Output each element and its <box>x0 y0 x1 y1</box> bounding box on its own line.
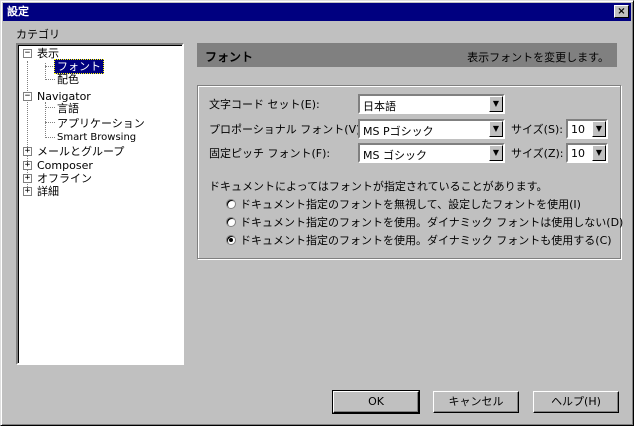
chevron-down-icon[interactable]: ▼ <box>489 121 503 137</box>
title-bar: 設定 × <box>3 3 631 21</box>
font-settings-group: 文字コード セット(E): 日本語 ▼ プロポーショナル フォント(V): MS… <box>197 85 623 259</box>
expand-advanced-icon[interactable]: + <box>23 187 32 196</box>
radio-label: ドキュメント指定のフォントを使用。ダイナミック フォントも使用する(C) <box>240 234 612 247</box>
fixed-size-select[interactable]: 10 ▼ <box>566 143 608 163</box>
radio-button-selected[interactable] <box>226 235 236 245</box>
charset-value: 日本語 <box>363 100 396 113</box>
tree-item-language[interactable]: 言語 <box>57 102 79 115</box>
prop-size-value: 10 <box>571 123 585 136</box>
panel-description: 表示フォントを変更します。 <box>467 51 609 64</box>
radio-use-doc-fonts-dynamic[interactable]: ドキュメント指定のフォントを使用。ダイナミック フォントも使用する(C) <box>226 232 612 248</box>
tree-item-composer[interactable]: Composer <box>37 159 93 172</box>
radio-label: ドキュメント指定のフォントを無視して、設定したフォントを使用(I) <box>240 198 581 211</box>
prop-size-select[interactable]: 10 ▼ <box>566 119 608 139</box>
settings-dialog: 設定 × カテゴリ − 表示 フォント 配色 − Navigator 言語 アプ… <box>0 0 634 426</box>
collapse-navigator-icon[interactable]: − <box>23 92 32 101</box>
chevron-down-icon[interactable]: ▼ <box>592 145 606 161</box>
window-title: 設定 <box>7 5 29 18</box>
fixed-font-value: MS ゴシック <box>363 149 427 162</box>
tree-item-font[interactable]: フォント <box>54 59 104 74</box>
prop-font-label: プロポーショナル フォント(V): <box>209 123 365 136</box>
prop-font-value: MS Pゴシック <box>363 125 434 138</box>
chevron-down-icon[interactable]: ▼ <box>489 96 503 112</box>
fixed-size-value: 10 <box>571 147 585 160</box>
prop-font-select[interactable]: MS Pゴシック ▼ <box>358 119 505 139</box>
tree-item-applications[interactable]: アプリケーション <box>57 117 145 130</box>
doc-font-note: ドキュメントによってはフォントが指定されていることがあります。 <box>209 180 548 193</box>
radio-label: ドキュメント指定のフォントを使用。ダイナミック フォントは使用しない(D) <box>240 216 624 229</box>
chevron-down-icon[interactable]: ▼ <box>489 145 503 161</box>
panel-title: フォント <box>205 50 254 64</box>
radio-button[interactable] <box>226 217 236 227</box>
expand-composer-icon[interactable]: + <box>23 161 32 170</box>
tree-item-advanced[interactable]: 詳細 <box>37 185 59 198</box>
charset-label: 文字コード セット(E): <box>209 98 320 111</box>
tree-item-font-label: フォント <box>54 59 104 74</box>
tree-item-colors[interactable]: 配色 <box>57 73 79 86</box>
collapse-display-icon[interactable]: − <box>23 49 32 58</box>
help-button[interactable]: ヘルプ(H) <box>533 391 619 413</box>
fixed-font-select[interactable]: MS ゴシック ▼ <box>358 143 505 163</box>
tree-item-smart-browsing[interactable]: Smart Browsing <box>57 131 136 144</box>
cancel-button[interactable]: キャンセル <box>433 391 519 413</box>
category-tree[interactable]: − 表示 フォント 配色 − Navigator 言語 アプリケーション Sma… <box>16 43 184 365</box>
fixed-font-label: 固定ピッチ フォント(F): <box>209 147 331 160</box>
radio-use-doc-fonts-no-dynamic[interactable]: ドキュメント指定のフォントを使用。ダイナミック フォントは使用しない(D) <box>226 214 623 230</box>
charset-select[interactable]: 日本語 ▼ <box>358 94 505 114</box>
radio-ignore-doc-fonts[interactable]: ドキュメント指定のフォントを無視して、設定したフォントを使用(I) <box>226 196 581 212</box>
radio-button[interactable] <box>226 199 236 209</box>
tree-item-mail[interactable]: メールとグループ <box>37 145 124 158</box>
fixed-size-label: サイズ(Z): <box>511 147 564 160</box>
ok-button[interactable]: OK <box>332 390 420 414</box>
expand-offline-icon[interactable]: + <box>23 174 32 183</box>
category-label: カテゴリ <box>16 28 60 41</box>
prop-size-label: サイズ(S): <box>511 123 563 136</box>
close-button[interactable]: × <box>614 5 629 18</box>
tree-item-offline[interactable]: オフライン <box>37 172 92 185</box>
expand-mail-icon[interactable]: + <box>23 147 32 156</box>
chevron-down-icon[interactable]: ▼ <box>592 121 606 137</box>
panel-header: フォント 表示フォントを変更します。 <box>197 43 617 67</box>
close-icon: × <box>617 6 626 17</box>
